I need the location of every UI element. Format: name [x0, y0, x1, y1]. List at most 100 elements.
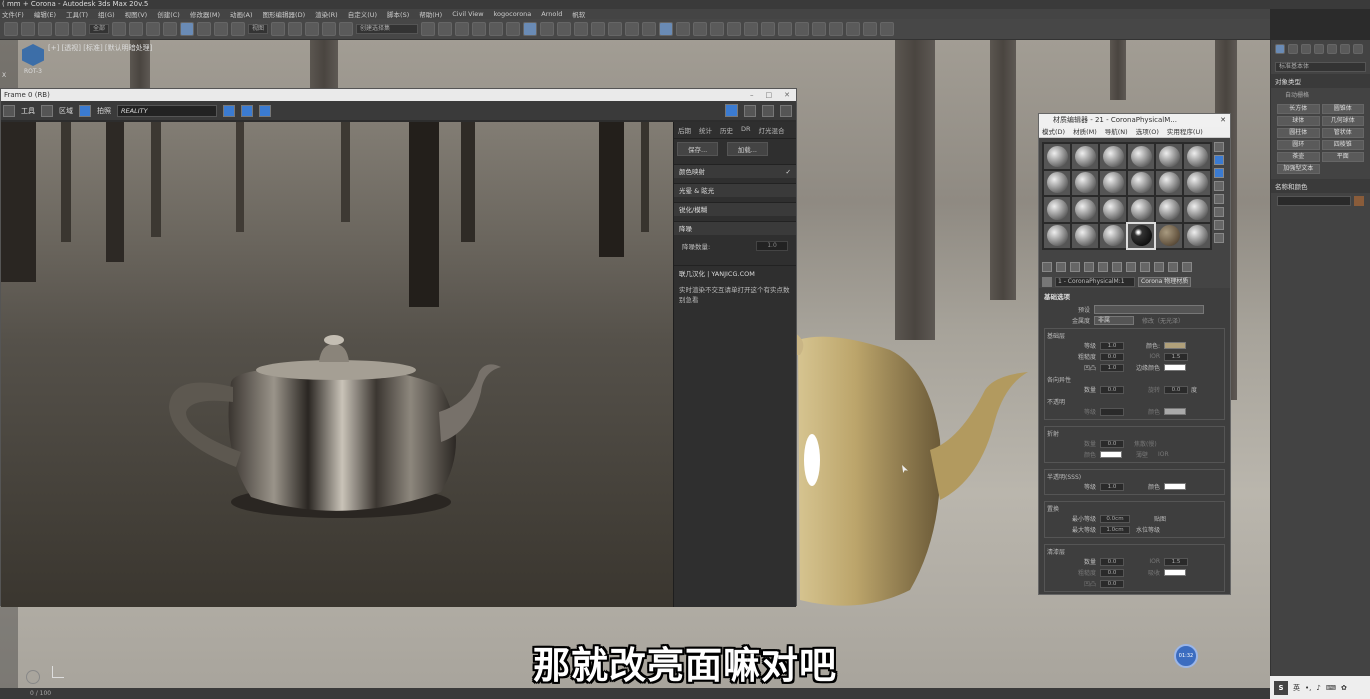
material-slot[interactable] — [1156, 197, 1182, 222]
unlink-icon[interactable] — [55, 22, 69, 36]
name-color-header[interactable]: 名称和颜色 — [1271, 179, 1370, 193]
sogou-ime-icon[interactable]: S — [1274, 680, 1288, 695]
coat-ior-input[interactable]: 1.5 — [1164, 557, 1188, 566]
tool-c-icon[interactable] — [812, 22, 827, 36]
render-stop-icon[interactable] — [725, 104, 738, 117]
tools-label[interactable]: 工具 — [21, 106, 35, 116]
go-to-parent-icon[interactable] — [1168, 262, 1178, 272]
material-menu-item[interactable]: 导航(N) — [1105, 127, 1128, 137]
tool-d-icon[interactable] — [829, 22, 844, 36]
autogrid-checkbox[interactable]: 自动栅格 — [1271, 88, 1370, 101]
menu-item[interactable]: kogocorona — [494, 10, 532, 18]
post-section-header[interactable]: 锐化/模糊 — [674, 202, 796, 216]
minimize-icon[interactable]: – — [750, 89, 754, 101]
proxy-icon[interactable] — [761, 22, 776, 36]
scale-icon[interactable] — [214, 22, 229, 36]
menu-item[interactable]: 视图(V) — [125, 9, 148, 19]
lens-icon[interactable] — [676, 22, 691, 36]
material-menu-item[interactable]: 材质(M) — [1073, 127, 1097, 137]
skin-icon[interactable]: ✿ — [1341, 684, 1347, 692]
material-slot[interactable] — [1100, 144, 1126, 169]
render-restart-icon[interactable] — [744, 104, 756, 117]
geometry-icon[interactable] — [1288, 44, 1298, 54]
timer-badge[interactable]: 01:32 — [1174, 644, 1198, 668]
render-frame-icon[interactable] — [557, 22, 572, 36]
material-slot[interactable] — [1044, 144, 1070, 169]
cameras-icon[interactable] — [1327, 44, 1337, 54]
maximize-icon[interactable]: □ — [766, 89, 773, 101]
object-type-button[interactable]: 圆环 — [1277, 140, 1320, 150]
material-slot[interactable] — [1100, 170, 1126, 195]
tool-e-icon[interactable] — [846, 22, 861, 36]
sss-level-input[interactable]: 1.0 — [1100, 482, 1124, 491]
roughness-input[interactable]: 0.0 — [1100, 352, 1124, 361]
undo-icon[interactable] — [4, 22, 18, 36]
post-tab[interactable]: 历史 — [720, 125, 733, 135]
question-icon[interactable] — [880, 22, 895, 36]
category-dropdown[interactable]: 标准基本体 — [1275, 62, 1366, 72]
menu-item[interactable]: 帮助(H) — [419, 9, 442, 19]
punctuation-icon[interactable]: •, — [1305, 684, 1311, 692]
material-editor-icon[interactable] — [523, 22, 538, 36]
menu-item[interactable]: 组(G) — [98, 9, 115, 19]
sun-icon[interactable] — [693, 22, 708, 36]
menu-item[interactable]: 文件(F) — [2, 9, 24, 19]
corona-camera-icon[interactable] — [625, 22, 640, 36]
caustics-checkbox[interactable]: 焦散(慢) — [1134, 439, 1157, 448]
object-type-button[interactable]: 四棱锥 — [1321, 140, 1364, 150]
place-icon[interactable] — [231, 22, 246, 36]
object-color-swatch[interactable] — [1354, 196, 1364, 206]
hand-icon[interactable] — [79, 104, 91, 117]
menu-item[interactable]: 帆软 — [572, 9, 585, 19]
menu-item[interactable]: 渲染(R) — [315, 9, 338, 19]
shapes-icon[interactable] — [1301, 44, 1311, 54]
uv-tiling-icon[interactable] — [1214, 181, 1224, 191]
settings-icon[interactable] — [780, 104, 792, 117]
scatter-icon[interactable] — [744, 22, 759, 36]
curve-editor-icon[interactable] — [489, 22, 504, 36]
coat-bump-input[interactable]: 0.0 — [1100, 579, 1124, 588]
object-type-button[interactable]: 球体 — [1277, 116, 1320, 126]
layer-icon[interactable] — [455, 22, 470, 36]
base-color-swatch[interactable] — [1164, 342, 1186, 349]
video-check-icon[interactable] — [1214, 194, 1224, 204]
material-slot[interactable] — [1184, 223, 1210, 248]
render-setup-icon[interactable] — [540, 22, 555, 36]
bind-space-warp-icon[interactable] — [72, 22, 86, 36]
coat-amount-input[interactable]: 0.0 — [1100, 557, 1124, 566]
go-forward-icon[interactable] — [1182, 262, 1192, 272]
rotate-input[interactable]: 0.0 — [1164, 385, 1188, 394]
material-slot[interactable] — [1072, 223, 1098, 248]
zoom-out-icon[interactable] — [241, 104, 253, 117]
sss-color-swatch[interactable] — [1164, 483, 1186, 490]
tool-b-icon[interactable] — [795, 22, 810, 36]
save-image-icon[interactable] — [3, 104, 15, 117]
zoom-in-icon[interactable] — [223, 104, 235, 117]
coat-roughness-input[interactable]: 0.0 — [1100, 568, 1124, 577]
material-slot[interactable] — [1044, 197, 1070, 222]
put-to-scene-icon[interactable] — [1056, 262, 1066, 272]
menu-item[interactable]: 修改器(M) — [190, 9, 220, 19]
material-name-input[interactable]: 1 - CoronaPhysicalM:1 — [1055, 276, 1135, 287]
lights-icon[interactable] — [1314, 44, 1324, 54]
preset-dropdown[interactable]: REALITY — [117, 104, 217, 117]
render-image[interactable] — [1, 122, 673, 607]
menu-item[interactable]: 图形编辑器(D) — [263, 9, 306, 19]
link-icon[interactable] — [38, 22, 52, 36]
disp-min-input[interactable]: 0.0cm — [1100, 514, 1130, 523]
viewport-label[interactable]: [+] [透视] [标准] [默认明暗处理] — [48, 43, 152, 53]
ref-coord-dropdown[interactable]: 视图 — [248, 24, 269, 34]
region-label[interactable]: 区域 — [59, 106, 73, 116]
object-type-button[interactable]: 长方体 — [1277, 104, 1320, 114]
post-tab[interactable]: 统计 — [699, 125, 712, 135]
basic-options-header[interactable]: 基础选项 — [1039, 288, 1230, 304]
material-slot[interactable] — [1128, 197, 1154, 222]
menu-item[interactable]: 脚本(S) — [387, 9, 409, 19]
material-menu-item[interactable]: 模式(D) — [1042, 127, 1065, 137]
opacity-color-swatch[interactable] — [1164, 408, 1186, 415]
sphere-icon[interactable] — [710, 22, 725, 36]
denoise-amount-input[interactable]: 1.0 — [756, 241, 788, 251]
metalness-dropdown[interactable]: 非属 — [1094, 316, 1134, 325]
object-name-input[interactable] — [1277, 196, 1351, 206]
thin-wall-checkbox[interactable]: 薄壁 — [1136, 450, 1148, 459]
